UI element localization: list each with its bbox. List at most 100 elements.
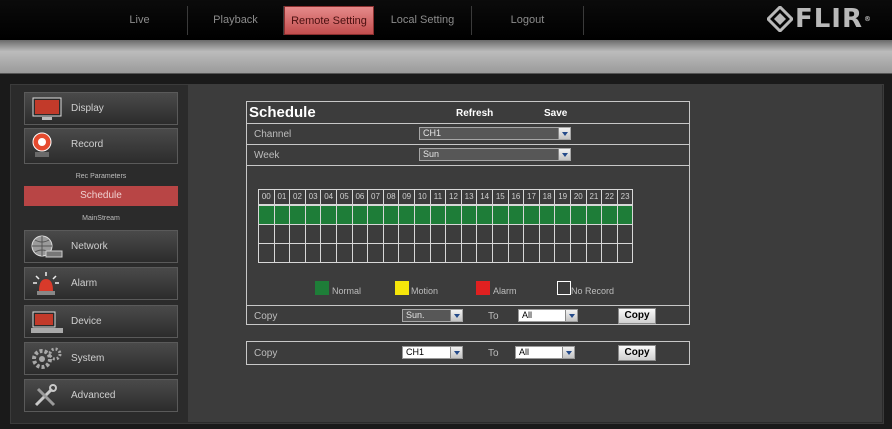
sidebar-item-network[interactable]: Network [24, 230, 178, 263]
sidebar-subitem-schedule[interactable]: Schedule [24, 186, 178, 206]
schedule-cell[interactable] [601, 205, 618, 225]
sidebar-item-display[interactable]: Display [24, 92, 178, 125]
schedule-cell[interactable] [398, 224, 415, 244]
schedule-cell[interactable] [538, 243, 556, 263]
tab-live[interactable]: Live [92, 6, 188, 35]
schedule-cell[interactable] [507, 224, 525, 244]
schedule-cell[interactable] [538, 224, 556, 244]
schedule-cell[interactable] [258, 205, 275, 225]
schedule-cell[interactable] [273, 205, 291, 225]
schedule-cell[interactable] [351, 243, 369, 263]
schedule-cell[interactable] [601, 224, 618, 244]
schedule-cell[interactable] [414, 205, 431, 225]
hour-header: 07 [367, 189, 384, 205]
schedule-cell[interactable] [460, 205, 478, 225]
schedule-cell[interactable] [304, 205, 322, 225]
week-select[interactable]: Sun [419, 148, 571, 161]
schedule-cell[interactable] [523, 243, 540, 263]
schedule-cell[interactable] [382, 243, 400, 263]
schedule-cell[interactable] [429, 205, 447, 225]
sidebar-subitem-rec-parameters[interactable]: Rec Parameters [24, 170, 178, 184]
schedule-cell[interactable] [258, 224, 275, 244]
schedule-cell[interactable] [570, 205, 587, 225]
schedule-cell[interactable] [460, 243, 478, 263]
schedule-cell[interactable] [336, 205, 353, 225]
sidebar-item-label: System [71, 353, 105, 364]
sidebar-item-device[interactable]: Device [24, 305, 178, 338]
channel-select[interactable]: CH1 [419, 127, 571, 140]
schedule-cell[interactable] [570, 243, 587, 263]
refresh-button[interactable]: Refresh [456, 108, 493, 119]
schedule-cell[interactable] [258, 243, 275, 263]
schedule-cell[interactable] [320, 205, 337, 225]
schedule-cell[interactable] [336, 243, 353, 263]
schedule-cell[interactable] [460, 224, 478, 244]
schedule-cell[interactable] [289, 224, 306, 244]
schedule-cell[interactable] [507, 243, 525, 263]
schedule-cell[interactable] [507, 205, 525, 225]
schedule-cell[interactable] [304, 224, 322, 244]
schedule-cell[interactable] [492, 224, 509, 244]
copy-channel-button[interactable]: Copy [618, 345, 656, 361]
tab-logout[interactable]: Logout [472, 6, 584, 35]
sidebar-subitem-mainstream[interactable]: MainStream [24, 212, 178, 226]
schedule-cell[interactable] [476, 224, 493, 244]
copy-day-from-select[interactable]: Sun. [402, 309, 463, 322]
schedule-cell[interactable] [382, 224, 400, 244]
sidebar-item-advanced[interactable]: Advanced [24, 379, 178, 412]
copy-day-button[interactable]: Copy [618, 308, 656, 324]
schedule-cell[interactable] [492, 205, 509, 225]
tab-local-setting[interactable]: Local Setting [374, 6, 472, 35]
schedule-cell[interactable] [585, 243, 603, 263]
schedule-cell[interactable] [351, 205, 369, 225]
schedule-cell[interactable] [585, 224, 603, 244]
copy-day-to-select[interactable]: All [518, 309, 578, 322]
sidebar-item-alarm[interactable]: Alarm [24, 267, 178, 300]
copy-channel-to-label: To [488, 348, 499, 359]
schedule-cell[interactable] [398, 205, 415, 225]
schedule-cell[interactable] [616, 224, 634, 244]
schedule-cell[interactable] [445, 205, 462, 225]
schedule-cell[interactable] [320, 224, 337, 244]
schedule-cell[interactable] [367, 205, 384, 225]
schedule-cell[interactable] [289, 205, 306, 225]
schedule-cell[interactable] [523, 205, 540, 225]
schedule-cell[interactable] [554, 224, 571, 244]
schedule-cell[interactable] [336, 224, 353, 244]
schedule-cell[interactable] [414, 224, 431, 244]
sidebar-item-system[interactable]: System [24, 342, 178, 375]
schedule-cell[interactable] [570, 224, 587, 244]
schedule-cell[interactable] [351, 224, 369, 244]
schedule-cell[interactable] [585, 205, 603, 225]
schedule-cell[interactable] [273, 243, 291, 263]
schedule-cell[interactable] [398, 243, 415, 263]
schedule-cell[interactable] [616, 243, 634, 263]
copy-channel-to-select[interactable]: All [515, 346, 575, 359]
schedule-cell[interactable] [523, 224, 540, 244]
save-button[interactable]: Save [544, 108, 567, 119]
schedule-cell[interactable] [304, 243, 322, 263]
copy-channel-from-select[interactable]: CH1 [402, 346, 463, 359]
schedule-cell[interactable] [367, 243, 384, 263]
schedule-cell[interactable] [289, 243, 306, 263]
schedule-cell[interactable] [445, 243, 462, 263]
schedule-cell[interactable] [601, 243, 618, 263]
schedule-cell[interactable] [429, 224, 447, 244]
tab-playback[interactable]: Playback [188, 6, 284, 35]
schedule-cell[interactable] [476, 205, 493, 225]
schedule-cell[interactable] [414, 243, 431, 263]
schedule-cell[interactable] [492, 243, 509, 263]
schedule-cell[interactable] [320, 243, 337, 263]
schedule-cell[interactable] [429, 243, 447, 263]
schedule-cell[interactable] [445, 224, 462, 244]
tab-remote-setting[interactable]: Remote Setting [284, 6, 374, 35]
schedule-cell[interactable] [554, 243, 571, 263]
schedule-cell[interactable] [554, 205, 571, 225]
schedule-cell[interactable] [476, 243, 493, 263]
schedule-cell[interactable] [616, 205, 634, 225]
sidebar-item-record[interactable]: Record [24, 128, 178, 164]
schedule-cell[interactable] [273, 224, 291, 244]
schedule-cell[interactable] [367, 224, 384, 244]
schedule-cell[interactable] [382, 205, 400, 225]
schedule-cell[interactable] [538, 205, 556, 225]
